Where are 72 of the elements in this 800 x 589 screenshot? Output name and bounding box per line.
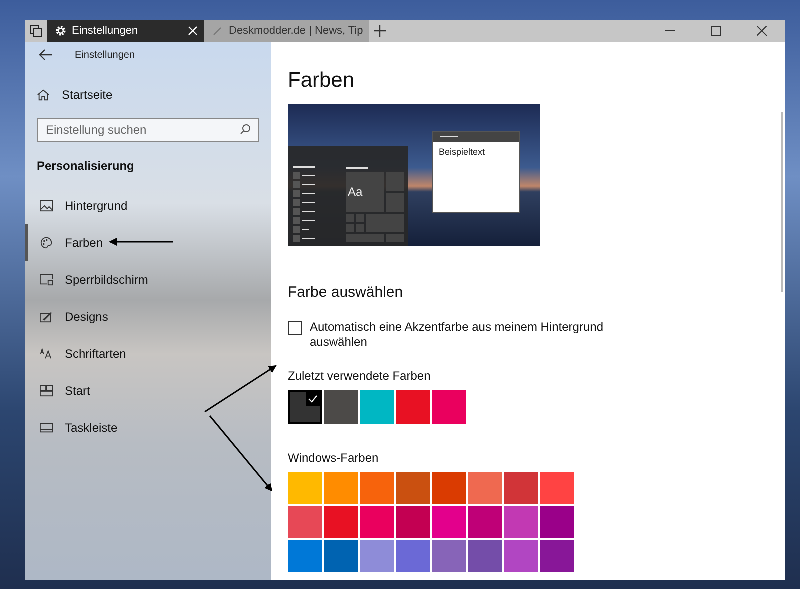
nav-item[interactable]: Taskleiste: [25, 409, 259, 446]
tile-text: Aa: [348, 185, 363, 199]
section-heading: Personalisierung: [37, 159, 136, 173]
settings-icon: [55, 25, 67, 37]
section-heading: Farbe auswählen: [288, 284, 404, 301]
color-swatch[interactable]: [468, 506, 502, 538]
nav-item[interactable]: Sperrbildschirm: [25, 261, 259, 298]
browser-tab[interactable]: Einstellungen: [47, 20, 204, 42]
color-swatch[interactable]: [324, 506, 358, 538]
tiles-icon: [40, 384, 53, 396]
nav-item[interactable]: Start: [25, 372, 259, 409]
browser-tab[interactable]: Deskmodder.de | News, Tip: [204, 20, 370, 42]
color-swatch[interactable]: [396, 472, 430, 504]
picture-icon: [40, 200, 53, 212]
plus-icon: [374, 25, 386, 37]
color-swatch[interactable]: [324, 390, 358, 424]
color-swatch[interactable]: [468, 540, 502, 572]
color-swatch[interactable]: [396, 390, 430, 424]
color-swatch[interactable]: [288, 506, 322, 538]
recent-colors-label: Zuletzt verwendete Farben: [288, 369, 432, 383]
color-swatch[interactable]: [504, 506, 538, 538]
tab-title: Deskmodder.de | News, Tip: [229, 25, 364, 37]
palette-icon: [40, 236, 53, 248]
color-swatch[interactable]: [288, 540, 322, 572]
color-swatch[interactable]: [360, 540, 394, 572]
color-swatch[interactable]: [360, 390, 394, 424]
back-button[interactable]: [39, 49, 53, 61]
home-icon: [37, 89, 50, 101]
color-swatch[interactable]: [288, 472, 322, 504]
home-link[interactable]: Startseite: [37, 88, 113, 102]
checkbox[interactable]: [288, 321, 302, 335]
color-swatch[interactable]: [432, 506, 466, 538]
annotation-arrow: [109, 238, 173, 246]
color-swatch[interactable]: [360, 506, 394, 538]
close-icon[interactable]: [188, 26, 198, 36]
brush-icon: [40, 310, 53, 322]
color-swatch[interactable]: [396, 506, 430, 538]
color-swatch[interactable]: [432, 472, 466, 504]
sample-text: Beispieltext: [439, 147, 486, 157]
page-title: Farben: [288, 69, 356, 93]
color-swatch[interactable]: [468, 472, 502, 504]
page-icon: [212, 25, 224, 37]
checkmark-icon: [306, 392, 320, 406]
color-swatch[interactable]: [288, 390, 322, 424]
windows-colors-label: Windows-Farben: [288, 451, 380, 465]
color-swatch[interactable]: [396, 540, 430, 572]
maximize-icon: [711, 26, 721, 36]
nav-item[interactable]: Designs: [25, 298, 259, 335]
nav-item[interactable]: Farben: [25, 224, 259, 261]
tab-title: Einstellungen: [72, 25, 140, 37]
font-icon: [40, 348, 53, 360]
color-swatch[interactable]: [324, 540, 358, 572]
close-icon: [757, 26, 767, 36]
color-swatch[interactable]: [432, 390, 466, 424]
search-icon: [240, 124, 251, 135]
checkbox-label: Automatisch eine Akzentfarbe aus meinem Hintergrund auswählen: [310, 320, 604, 350]
app-title: Einstellungen: [75, 50, 136, 60]
color-swatch[interactable]: [324, 472, 358, 504]
color-swatch[interactable]: [360, 472, 394, 504]
search-field[interactable]: Einstellung suchen: [37, 118, 259, 142]
color-swatch[interactable]: [432, 540, 466, 572]
color-swatch[interactable]: [540, 472, 574, 504]
color-swatch[interactable]: [504, 472, 538, 504]
taskbar-icon: [40, 422, 53, 434]
color-swatch[interactable]: [540, 540, 574, 572]
nav-item[interactable]: Hintergrund: [25, 187, 259, 224]
scrollbar[interactable]: [781, 112, 783, 292]
lockscreen-icon: [40, 274, 53, 286]
tabs-icon: [30, 25, 42, 37]
color-swatch[interactable]: [540, 506, 574, 538]
nav-item[interactable]: Schriftarten: [25, 335, 259, 372]
color-swatch[interactable]: [504, 540, 538, 572]
